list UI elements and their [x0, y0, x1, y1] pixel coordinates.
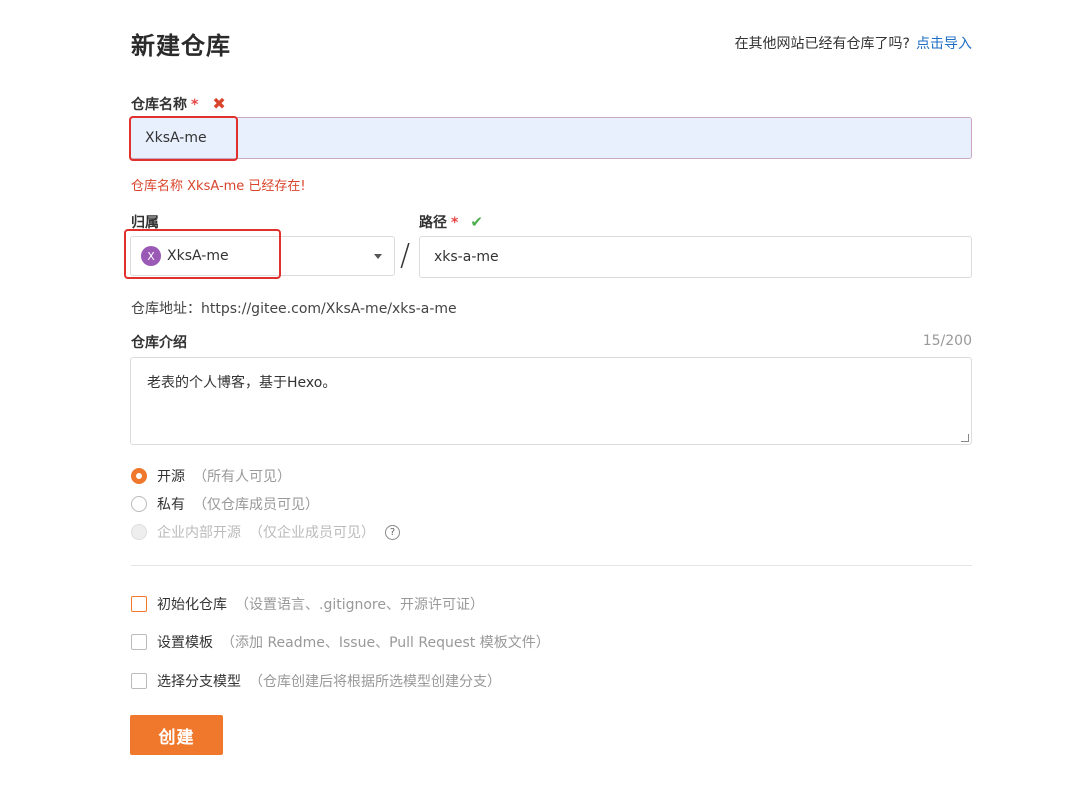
description-counter: 15/200	[922, 333, 972, 349]
option-branch-model[interactable]: 选择分支模型 （仓库创建后将根据所选模型创建分支）	[131, 671, 501, 691]
divider	[131, 565, 972, 566]
checkbox-icon[interactable]	[131, 596, 147, 612]
option-template[interactable]: 设置模板 （添加 Readme、Issue、Pull Request 模板文件）	[131, 632, 550, 652]
page-title: 新建仓库	[131, 32, 231, 60]
repo-name-value: XksA-me	[145, 130, 207, 146]
radio-icon[interactable]	[131, 468, 147, 484]
option-init-repo[interactable]: 初始化仓库 （设置语言、.gitignore、开源许可证）	[131, 594, 484, 614]
resize-grip-icon[interactable]	[961, 434, 969, 442]
import-prompt: 在其他网站已经有仓库了吗?	[734, 36, 910, 52]
path-input[interactable]: xks-a-me	[419, 236, 972, 278]
visibility-option-public[interactable]: 开源 （所有人可见）	[131, 466, 291, 486]
owner-label: 归属	[131, 215, 159, 231]
checkbox-icon[interactable]	[131, 634, 147, 650]
repo-address: 仓库地址：https://gitee.com/XksA-me/xks-a-me	[131, 301, 457, 317]
description-value: 老表的个人博客，基于Hexo。	[147, 375, 337, 391]
description-textarea[interactable]: 老表的个人博客，基于Hexo。	[130, 357, 972, 445]
visibility-option-private[interactable]: 私有 （仅仓库成员可见）	[131, 494, 319, 514]
path-separator: /	[400, 238, 411, 273]
help-icon[interactable]: ?	[385, 524, 400, 540]
owner-select[interactable]: X XksA-me	[130, 236, 395, 276]
import-link[interactable]: 点击导入	[916, 36, 972, 52]
error-x-icon: ✖	[212, 94, 226, 113]
owner-value: XksA-me	[167, 248, 229, 264]
repo-name-label: 仓库名称 * ✖	[131, 94, 226, 113]
required-mark: *	[451, 215, 459, 231]
radio-icon	[131, 524, 147, 540]
caret-down-icon	[374, 254, 382, 259]
avatar: X	[141, 246, 161, 266]
check-icon: ✔	[470, 213, 483, 231]
required-mark: *	[191, 97, 199, 113]
checkbox-icon[interactable]	[131, 673, 147, 689]
import-hint: 在其他网站已经有仓库了吗? 点击导入	[735, 33, 972, 53]
repo-name-input[interactable]: XksA-me	[130, 117, 972, 159]
description-label: 仓库介绍	[131, 335, 187, 351]
create-button[interactable]: 创建	[130, 715, 223, 755]
path-value: xks-a-me	[434, 249, 499, 265]
path-label: 路径 * ✔	[419, 213, 483, 231]
visibility-option-enterprise: 企业内部开源 （仅企业成员可见） ?	[131, 522, 400, 542]
repo-name-error: 仓库名称 XksA-me 已经存在!	[131, 179, 306, 194]
radio-icon[interactable]	[131, 496, 147, 512]
